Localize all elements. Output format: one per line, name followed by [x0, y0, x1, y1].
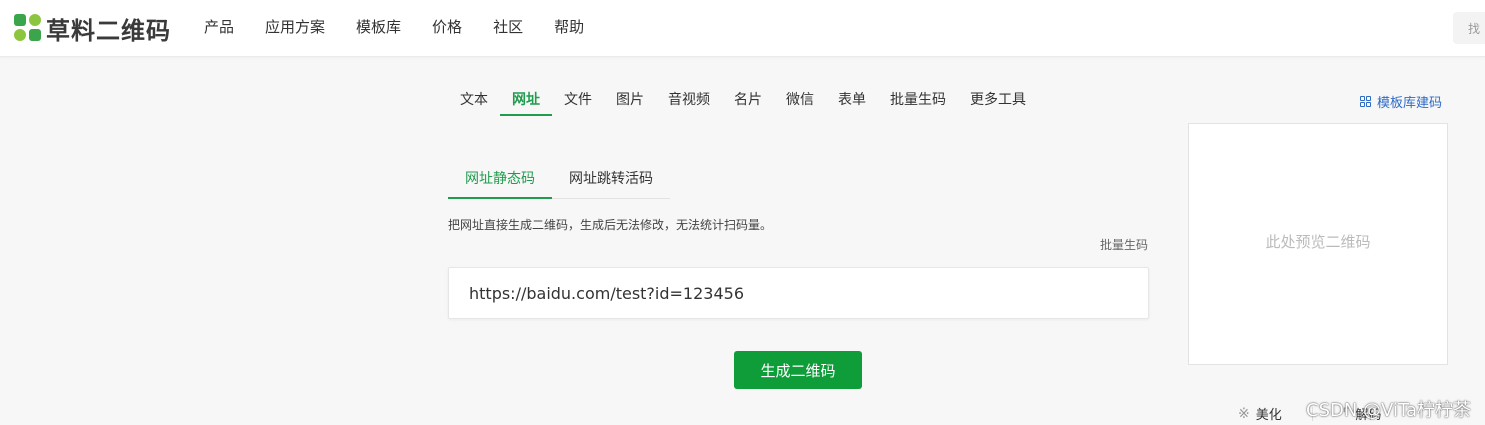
nav-item-templates[interactable]: 模板库: [356, 17, 401, 37]
tab-wechat[interactable]: 微信: [774, 90, 826, 116]
tab-batch[interactable]: 批量生码: [878, 90, 958, 116]
nav-item-solutions[interactable]: 应用方案: [265, 17, 325, 37]
tab-image[interactable]: 图片: [604, 90, 656, 116]
brand-name: 草料二维码: [46, 16, 171, 45]
tab-dynamic-url-code[interactable]: 网址跳转活码: [569, 160, 653, 199]
nav-item-products[interactable]: 产品: [204, 17, 234, 37]
nav-item-help[interactable]: 帮助: [554, 17, 584, 37]
tab-business-card[interactable]: 名片: [722, 90, 774, 116]
generate-qrcode-button[interactable]: 生成二维码: [734, 351, 862, 389]
url-input[interactable]: [449, 268, 1148, 318]
qrcode-preview-panel: 此处预览二维码: [1188, 123, 1448, 365]
tab-description: 把网址直接生成二维码，生成后无法修改，无法统计扫码量。: [448, 218, 773, 232]
category-tabs: 文本 网址 文件 图片 音视频 名片 微信 表单 批量生码 更多工具: [448, 90, 1038, 117]
tab-form[interactable]: 表单: [826, 90, 878, 116]
header-search-input[interactable]: 找: [1453, 12, 1485, 44]
tab-static-url-code[interactable]: 网址静态码: [448, 160, 552, 199]
watermark: CSDN @ViTa柠柠茶: [1306, 400, 1472, 421]
grid-icon: [1360, 96, 1371, 107]
tab-file[interactable]: 文件: [552, 90, 604, 116]
sparkle-icon: ※: [1238, 405, 1250, 422]
tab-audio-video[interactable]: 音视频: [656, 90, 722, 116]
nav-item-pricing[interactable]: 价格: [432, 17, 462, 37]
template-link-label: 模板库建码: [1377, 96, 1443, 111]
batch-generate-link[interactable]: 批量生码: [1100, 236, 1148, 253]
tab-url[interactable]: 网址: [500, 90, 552, 116]
nav-item-community[interactable]: 社区: [493, 17, 523, 37]
beautify-label: 美化: [1255, 408, 1282, 423]
preview-placeholder: 此处预览二维码: [1265, 233, 1371, 251]
beautify-button[interactable]: ※ 美化: [1238, 404, 1282, 424]
tab-more-tools[interactable]: 更多工具: [958, 90, 1038, 116]
template-library-link[interactable]: 模板库建码: [1360, 92, 1442, 111]
top-header: 草料二维码 产品 应用方案 模板库 价格 社区 帮助 找: [0, 0, 1485, 57]
main-nav: 产品 应用方案 模板库 价格 社区 帮助: [204, 17, 615, 37]
logo-icon: [14, 14, 42, 42]
url-input-box: [448, 267, 1149, 319]
brand-logo[interactable]: 草料二维码: [14, 13, 171, 45]
url-sub-tabs: 网址静态码 网址跳转活码: [448, 160, 670, 199]
tab-text[interactable]: 文本: [448, 90, 500, 116]
